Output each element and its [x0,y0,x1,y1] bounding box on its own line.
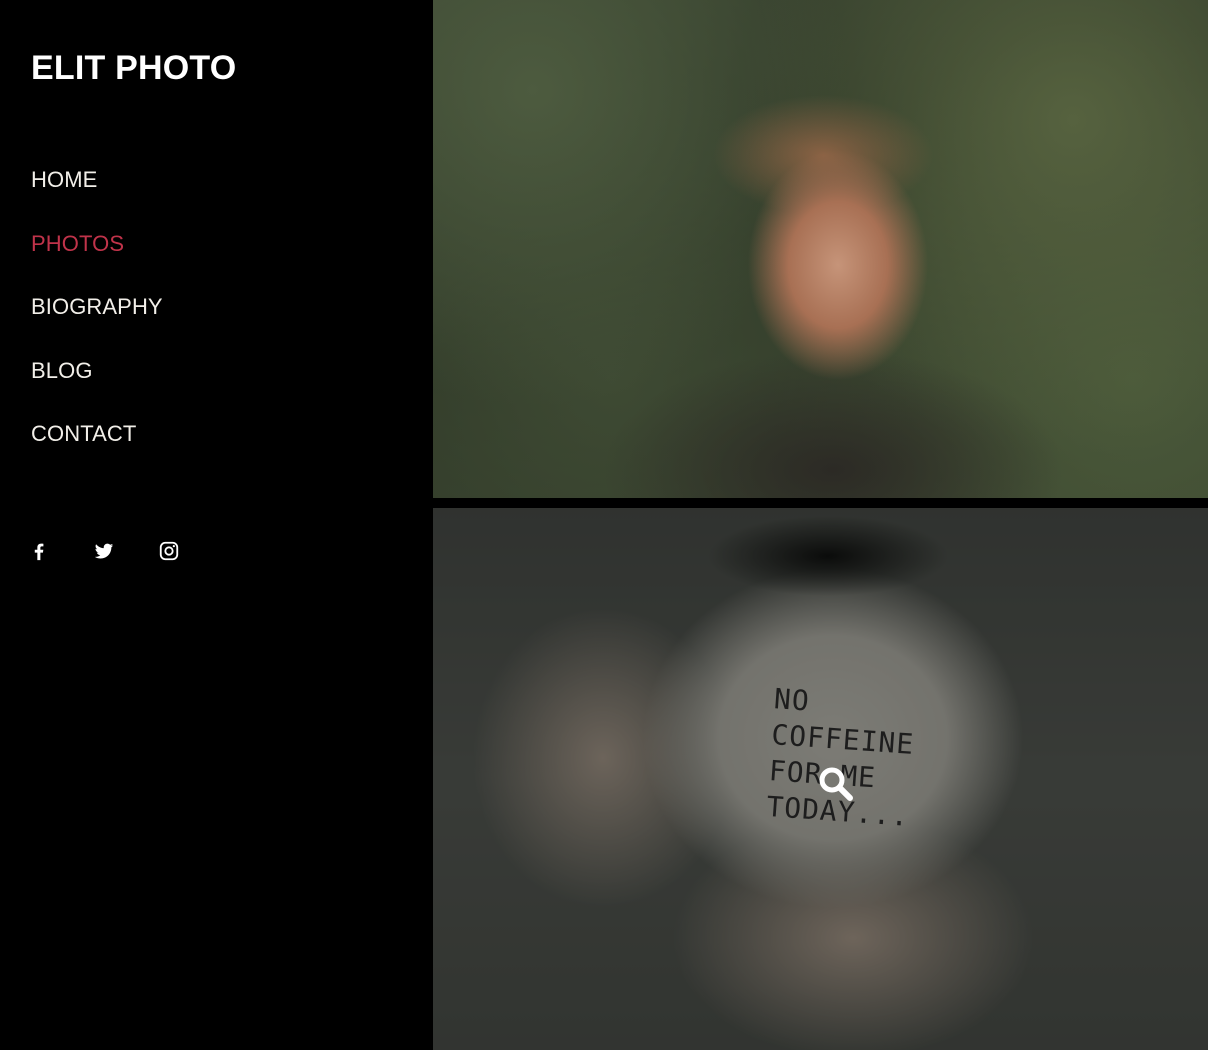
twitter-icon[interactable] [93,540,115,562]
zoom-icon[interactable] [816,764,856,804]
nav-link-photos[interactable]: PHOTOS [31,231,124,256]
main-nav: HOME PHOTOS BIOGRAPHY BLOG CONTACT [31,165,163,483]
photo-gallery: NO COFFEINE FOR ME TODAY... [433,0,1208,1050]
nav-link-contact[interactable]: CONTACT [31,421,136,446]
nav-link-biography[interactable]: BIOGRAPHY [31,294,163,319]
facebook-icon[interactable] [28,540,50,562]
sidebar: ELIT PHOTO HOME PHOTOS BIOGRAPHY BLOG CO… [0,0,433,1050]
nav-link-home[interactable]: HOME [31,167,97,192]
nav-item-home: HOME [31,165,163,229]
site-logo[interactable]: ELIT PHOTO [31,46,236,90]
nav-link-blog[interactable]: BLOG [31,358,93,383]
page: ELIT PHOTO HOME PHOTOS BIOGRAPHY BLOG CO… [0,0,1208,1050]
nav-item-blog: BLOG [31,356,163,420]
gallery-photo-mug[interactable]: NO COFFEINE FOR ME TODAY... [433,508,1208,1050]
nav-item-photos: PHOTOS [31,229,163,293]
social-links [28,540,223,562]
gallery-photo-portrait[interactable] [433,0,1208,498]
nav-item-biography: BIOGRAPHY [31,292,163,356]
mug-print: NO COFFEINE FOR ME TODAY... [765,681,975,839]
nav-item-contact: CONTACT [31,419,163,483]
instagram-icon[interactable] [158,540,180,562]
